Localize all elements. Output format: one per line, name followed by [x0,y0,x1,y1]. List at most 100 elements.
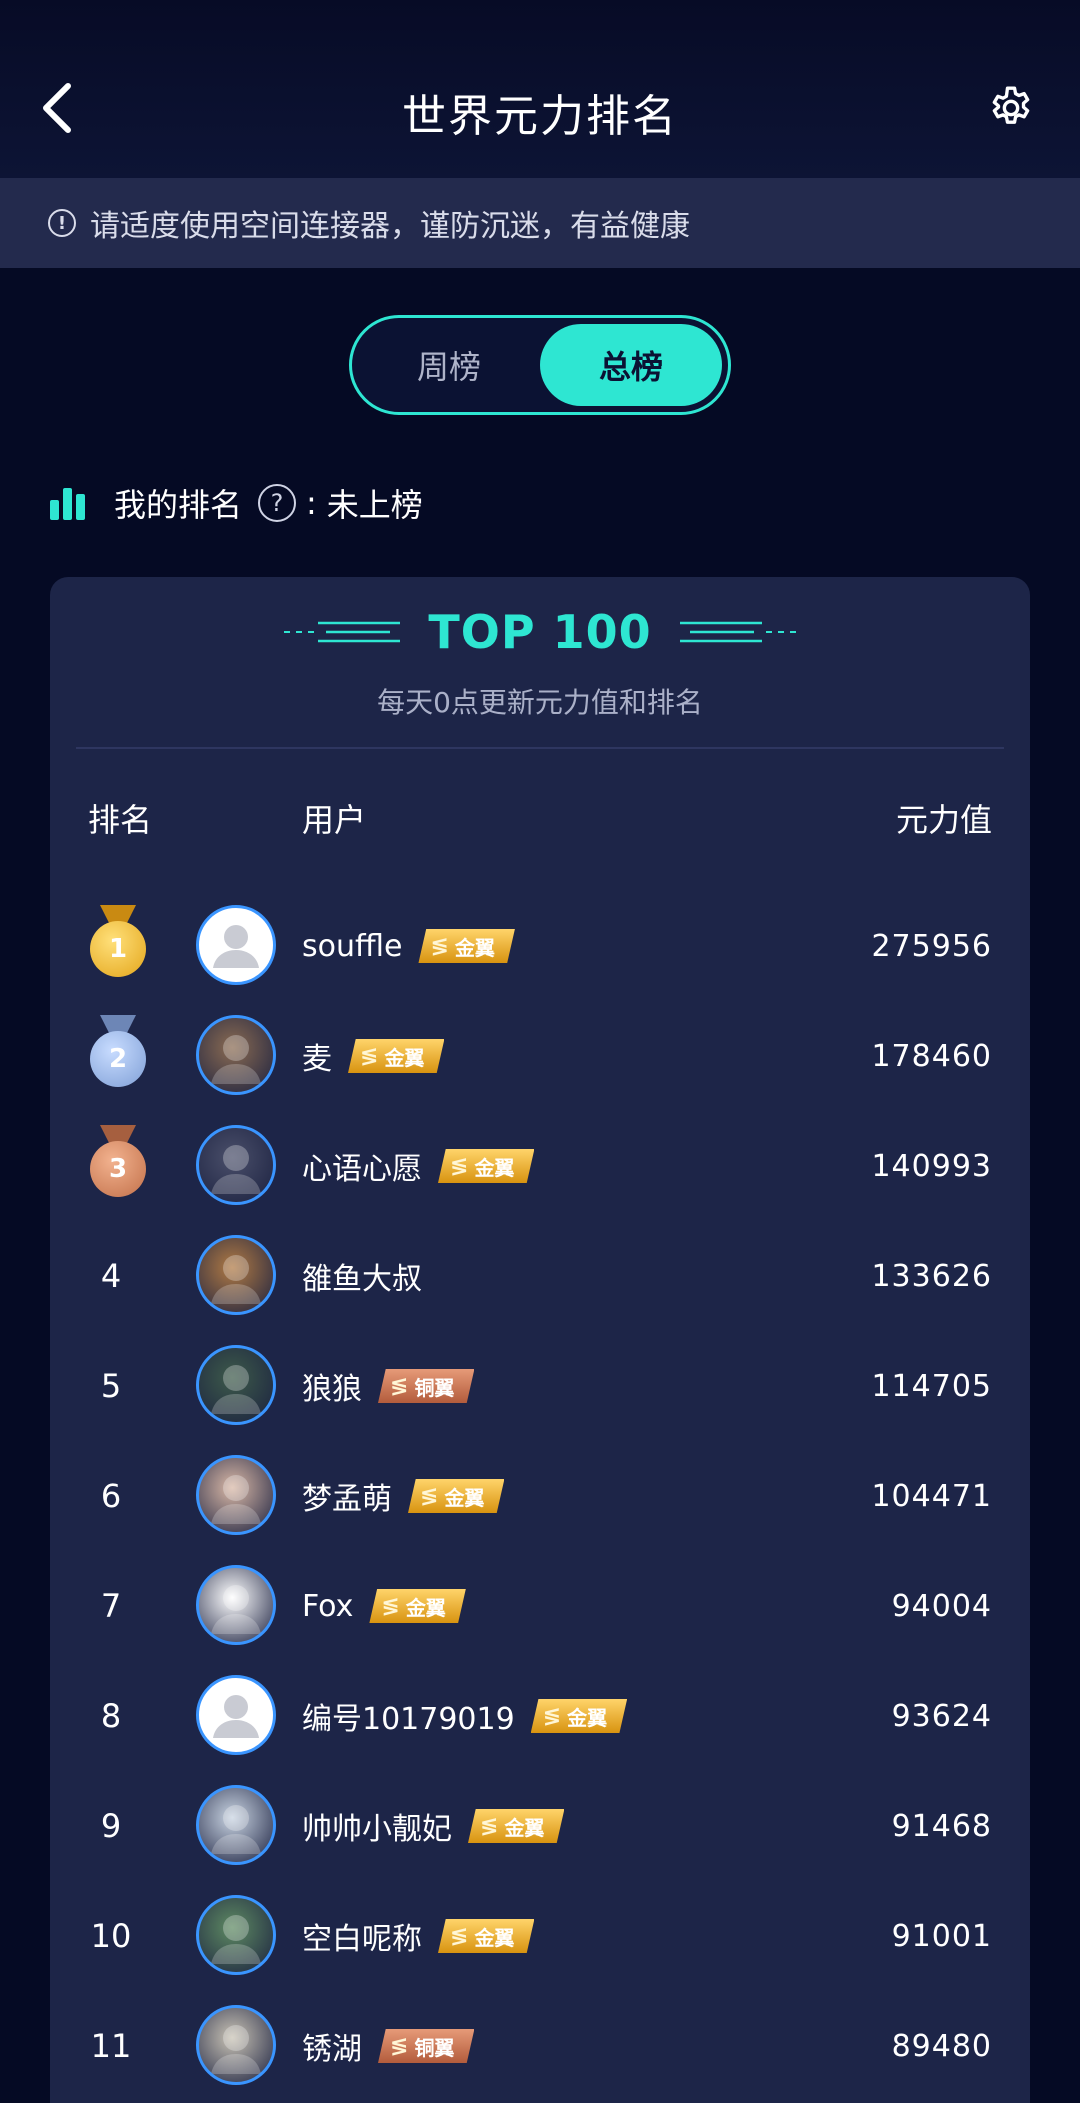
my-rank: 我的排名 ? : 未上榜 [50,474,423,532]
avatar[interactable] [196,1895,276,1975]
rank-number: 1 [90,921,146,977]
leaderboard-row[interactable]: 4 雒鱼大叔 133626 [50,1221,1030,1331]
help-icon[interactable]: ? [258,484,297,522]
column-header-score: 元力值 [895,801,992,839]
avatar[interactable] [196,1125,276,1205]
notice-bar: ! 请适度使用空间连接器，谨防沉迷，有益健康 [0,178,1080,268]
wing-icon: ≶ [390,2033,409,2059]
score-value: 178460 [871,1038,992,1074]
score-value: 93624 [891,1698,992,1734]
score-value: 91468 [891,1808,992,1844]
page-title: 世界元力排名 [402,91,678,142]
gold-medal-icon: 1 [90,905,146,977]
leaderboard-row[interactable]: 7 Fox ≶ 金翼 94004 [50,1551,1030,1661]
user-photo-icon [211,1255,261,1304]
ranking-tabs: 周榜 总榜 [349,315,731,415]
leaderboard-row[interactable]: 10 空白呢称 ≶ 金翼 91001 [50,1881,1030,1991]
leaderboard-row[interactable]: 2 麦 ≶ 金翼 178460 [50,1001,1030,1111]
avatar[interactable] [196,1785,276,1865]
user-name-cell: 雒鱼大叔 [302,1221,422,1331]
notice-text: 请适度使用空间连接器，谨防沉迷，有益健康 [90,209,690,244]
gold-wing-badge: ≶ 金翼 [468,1809,565,1843]
badge-label: 金翼 [567,1705,608,1730]
avatar[interactable] [196,1015,276,1095]
bronze-medal-icon: 3 [90,1125,146,1197]
bronze-wing-badge: ≶ 铜翼 [378,1369,475,1403]
settings-button[interactable] [986,83,1036,133]
score-value: 104471 [871,1478,992,1514]
badge-label: 金翼 [474,1155,515,1180]
leaderboard-card: TOP 100 每天0点更新元力值和排名 排名 用户 元力值 1 souffle ≶… [50,577,1030,2103]
score-value: 114705 [871,1368,992,1404]
badge-label: 金翼 [444,1485,485,1510]
avatar[interactable] [196,2005,276,2085]
score-value: 133626 [871,1258,992,1294]
avatar[interactable] [196,1675,276,1755]
rank-number: 5 [100,1367,122,1405]
bronze-wing-badge: ≶ 铜翼 [378,2029,475,2063]
score-value: 140993 [871,1148,992,1184]
leaderboard-row[interactable]: 1 souffle ≶ 金翼 275956 [50,891,1030,1001]
rank-number: 4 [100,1257,122,1295]
rank-number: 11 [90,2027,132,2065]
badge-label: 金翼 [454,935,495,960]
leaderboard-row[interactable]: 3 心语心愿 ≶ 金翼 140993 [50,1111,1030,1221]
tab-overall[interactable]: 总榜 [540,324,722,406]
wing-icon: ≶ [430,933,449,959]
score-value: 89480 [891,2028,992,2064]
gold-wing-badge: ≶ 金翼 [348,1039,445,1073]
leaderboard-row[interactable]: 11 锈湖 ≶ 铜翼 89480 [50,1991,1030,2101]
avatar[interactable] [196,905,276,985]
user-name-cell: 锈湖 ≶ 铜翼 [302,1991,475,2101]
column-header-user: 用户 [302,801,367,839]
rank-number: 6 [100,1477,122,1515]
score-value: 275956 [871,928,992,964]
user-name-cell: 帅帅小靓妃 ≶ 金翼 [302,1771,565,1881]
rank-number: 9 [100,1807,122,1845]
rank-number: 2 [90,1031,146,1087]
user-name: 雒鱼大叔 [302,1262,422,1297]
wing-icon: ≶ [381,1593,400,1619]
user-name: 梦孟萌 [302,1482,392,1517]
badge-label: 金翼 [504,1815,545,1840]
user-name-cell: 狼狼 ≶ 铜翼 [302,1331,475,1441]
default-avatar-icon [213,925,259,968]
user-name-cell: souffle ≶ 金翼 [302,891,515,1001]
update-note: 每天0点更新元力值和排名 [377,686,703,719]
rank-number: 10 [90,1917,132,1955]
leaderboard-row[interactable]: 9 帅帅小靓妃 ≶ 金翼 91468 [50,1771,1030,1881]
gold-wing-badge: ≶ 金翼 [438,1149,535,1183]
leaderboard-row[interactable]: 6 梦孟萌 ≶ 金翼 104471 [50,1441,1030,1551]
rank-number: 3 [90,1141,146,1197]
badge-label: 金翼 [474,1925,515,1950]
user-name: 心语心愿 [302,1152,422,1187]
top-100-title: TOP 100 [428,605,652,659]
wing-icon: ≶ [542,1703,562,1729]
badge-label: 铜翼 [414,1375,455,1400]
avatar[interactable] [196,1345,276,1425]
score-value: 94004 [891,1588,992,1624]
user-name-cell: 心语心愿 ≶ 金翼 [302,1111,535,1221]
wing-icon: ≶ [480,1813,499,1839]
wing-icon: ≶ [450,1923,469,1949]
badge-label: 铜翼 [414,2035,455,2060]
badge-label: 金翼 [405,1595,446,1620]
leaderboard-row[interactable]: 8 编号10179019 ≶ 金翼 93624 [50,1661,1030,1771]
default-avatar-icon [213,1695,259,1738]
gold-wing-badge: ≶ 金翼 [530,1699,628,1733]
avatar[interactable] [196,1565,276,1645]
user-name-cell: 编号10179019 ≶ 金翼 [302,1661,628,1771]
avatar[interactable] [196,1455,276,1535]
gold-wing-badge: ≶ 金翼 [418,929,515,963]
user-photo-icon [211,1475,261,1524]
tab-weekly[interactable]: 周榜 [358,324,540,406]
leaderboard-row[interactable]: 5 狼狼 ≶ 铜翼 114705 [50,1331,1030,1441]
user-name: Fox [302,1588,354,1624]
column-header-rank: 排名 [88,801,153,839]
wing-icon: ≶ [450,1153,469,1179]
gold-wing-badge: ≶ 金翼 [438,1919,535,1953]
avatar[interactable] [196,1235,276,1315]
gear-icon [992,86,1030,124]
gold-wing-badge: ≶ 金翼 [408,1479,505,1513]
user-name: 锈湖 [302,2032,362,2067]
